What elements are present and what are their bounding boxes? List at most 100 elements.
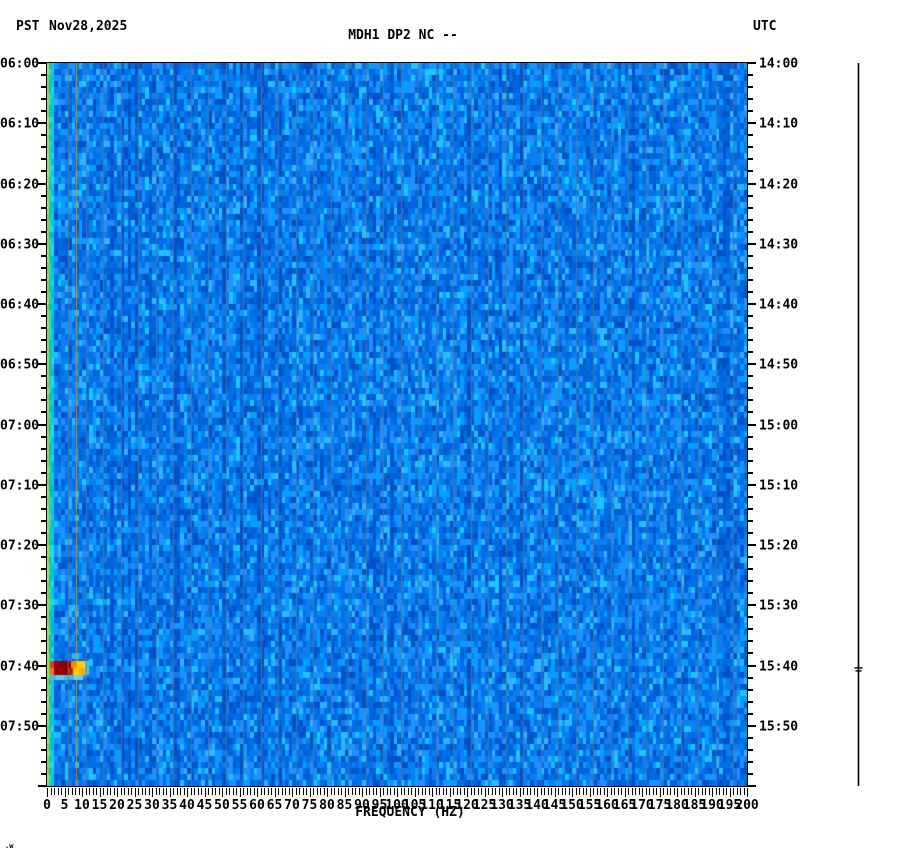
freq-tick xyxy=(411,788,412,795)
time-tick-right xyxy=(748,387,753,390)
time-tick-right xyxy=(748,278,753,281)
freq-tick xyxy=(327,788,328,797)
freq-tick xyxy=(138,788,139,795)
time-tick-right xyxy=(748,254,753,257)
time-tick-left xyxy=(38,242,46,245)
time-tick-right xyxy=(748,447,753,450)
freq-tick-label: 25 xyxy=(126,798,143,813)
freq-tick xyxy=(631,788,633,795)
time-tick-right xyxy=(748,568,753,571)
freq-tick-label: 200 xyxy=(735,798,759,813)
freq-tick xyxy=(467,788,468,797)
freq-tick xyxy=(229,788,230,795)
time-tick-right xyxy=(748,230,753,233)
freq-tick xyxy=(208,788,209,795)
spectrogram-frame xyxy=(46,62,748,787)
freq-tick xyxy=(99,788,101,797)
freq-tick xyxy=(376,788,377,795)
freq-tick xyxy=(260,788,262,795)
freq-tick xyxy=(743,788,745,795)
freq-tick xyxy=(337,788,339,795)
freq-tick xyxy=(670,788,671,795)
time-tick-left xyxy=(38,303,46,305)
time-label-pst: 07:50 xyxy=(0,719,40,735)
freq-tick xyxy=(341,788,342,795)
time-tick-left xyxy=(41,327,46,330)
time-tick-right xyxy=(748,399,753,402)
freq-tick xyxy=(435,788,437,795)
freq-tick-label: 10 xyxy=(74,798,90,813)
freq-tick xyxy=(190,788,192,795)
freq-tick xyxy=(425,788,426,795)
time-tick-right xyxy=(748,700,753,703)
freq-tick xyxy=(491,788,493,795)
freq-tick-label: 70 xyxy=(284,798,300,813)
freq-tick xyxy=(687,788,689,795)
time-tick-left xyxy=(41,266,46,269)
freq-tick xyxy=(736,788,738,795)
freq-tick xyxy=(645,788,647,795)
freq-tick xyxy=(561,788,563,795)
freq-tick xyxy=(495,788,496,795)
freq-tick xyxy=(516,788,517,795)
freq-tick xyxy=(582,788,584,795)
freq-tick-label: 0 xyxy=(43,798,51,813)
freq-tick xyxy=(519,788,521,797)
freq-tick xyxy=(673,788,675,795)
freq-tick xyxy=(246,788,248,795)
time-tick-right xyxy=(748,218,753,221)
freq-tick xyxy=(243,788,244,795)
freq-tick xyxy=(68,788,69,795)
freq-tick xyxy=(607,788,608,797)
freq-tick xyxy=(155,788,157,795)
time-tick-left xyxy=(38,122,46,125)
freq-tick xyxy=(390,788,391,795)
time-tick-left xyxy=(38,483,46,486)
freq-tick xyxy=(586,788,587,795)
time-tick-left xyxy=(41,158,46,161)
freq-tick xyxy=(638,788,640,795)
freq-tick xyxy=(253,788,255,795)
freq-tick xyxy=(236,788,237,795)
freq-tick xyxy=(344,788,346,797)
spectrogram-canvas xyxy=(47,63,747,786)
freq-tick xyxy=(400,788,402,795)
time-tick-left xyxy=(41,519,46,522)
time-tick-right xyxy=(748,303,756,305)
freq-tick xyxy=(523,788,524,795)
freq-tick-label: 55 xyxy=(231,798,248,813)
freq-tick xyxy=(512,788,514,795)
time-tick-left xyxy=(41,411,46,414)
time-tick-left xyxy=(41,218,46,221)
freq-tick xyxy=(470,788,472,795)
time-tick-left xyxy=(38,62,46,64)
time-label-pst: 07:20 xyxy=(0,538,40,554)
freq-tick-label: 5 xyxy=(60,798,69,813)
freq-tick xyxy=(498,788,500,795)
time-tick-left xyxy=(41,170,46,173)
freq-tick xyxy=(281,788,283,795)
time-tick-right xyxy=(748,760,753,763)
time-tick-right xyxy=(748,483,756,486)
freq-tick-label: 20 xyxy=(109,798,125,813)
time-tick-left xyxy=(41,760,46,763)
time-label-pst: 06:20 xyxy=(0,177,40,192)
freq-tick xyxy=(666,788,668,795)
time-tick-right xyxy=(748,315,753,318)
time-tick-right xyxy=(748,363,756,366)
freq-tick xyxy=(232,788,234,795)
freq-tick xyxy=(82,788,83,797)
time-tick-left xyxy=(41,351,46,354)
time-label-pst: 07:30 xyxy=(0,598,40,614)
freq-tick xyxy=(726,788,727,795)
freq-tick xyxy=(663,788,664,795)
freq-tick xyxy=(316,788,318,795)
time-tick-left xyxy=(38,724,46,727)
time-tick-left xyxy=(41,616,46,619)
freq-tick xyxy=(456,788,458,795)
time-label-pst: 06:00 xyxy=(0,56,40,72)
time-tick-left xyxy=(41,447,46,450)
time-tick-left xyxy=(41,74,46,77)
time-tick-right xyxy=(748,182,756,185)
freq-tick xyxy=(180,788,181,795)
